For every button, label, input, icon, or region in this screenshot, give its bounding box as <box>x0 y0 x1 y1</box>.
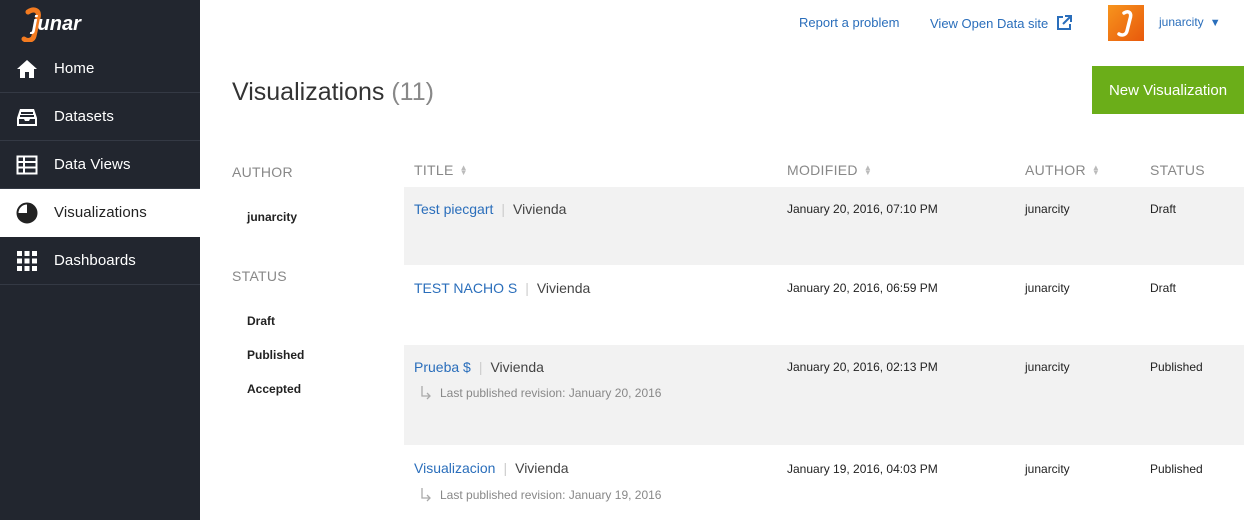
column-header-author[interactable]: AUTHOR ▲ ▼ <box>1025 162 1100 178</box>
table-row[interactable]: TEST NACHO S | Vivienda January 20, 2016, … <box>404 266 1244 344</box>
open-data-site-link[interactable]: View Open Data site <box>930 15 1073 31</box>
sidebar-item-data-views[interactable]: Data Views <box>0 141 200 189</box>
column-header-title[interactable]: TITLE ▲ ▼ <box>414 162 468 178</box>
filter-author-item[interactable]: junarcity <box>247 210 297 224</box>
open-data-site-label: View Open Data site <box>930 15 1049 31</box>
last-revision-note: Last published revision: January 20, 201… <box>420 386 661 400</box>
column-header-label: STATUS <box>1150 162 1205 178</box>
filter-status-accepted[interactable]: Accepted <box>247 382 301 396</box>
username: junarcity <box>1159 15 1204 29</box>
divider: | <box>503 460 508 476</box>
row-title-cell: Test piecgart | Vivienda <box>414 201 566 217</box>
sidebar-item-label: Visualizations <box>54 204 147 221</box>
pie-chart-icon <box>16 202 38 224</box>
row-category: Vivienda <box>513 201 567 217</box>
grid-icon <box>16 250 38 272</box>
row-modified: January 19, 2016, 04:03 PM <box>787 462 938 476</box>
row-title-cell: Visualizacion | Vivienda <box>414 460 569 476</box>
row-title-cell: TEST NACHO S | Vivienda <box>414 280 590 296</box>
sidebar-item-label: Home <box>54 60 95 77</box>
sidebar-item-datasets[interactable]: Datasets <box>0 93 200 141</box>
row-author: junarcity <box>1025 462 1070 476</box>
page-title-text: Visualizations <box>232 78 385 106</box>
new-visualization-button[interactable]: New Visualization <box>1092 66 1244 114</box>
user-menu[interactable]: junarcity ▼ <box>1159 15 1221 29</box>
row-category: Vivienda <box>515 460 569 476</box>
junar-logo[interactable]: junar <box>18 6 92 42</box>
return-arrow-icon <box>421 488 431 502</box>
page-title: Visualizations (11) <box>232 78 434 107</box>
sidebar-nav: Home Datasets Data Views Visualizations <box>0 45 200 285</box>
item-count: (11) <box>391 78 434 106</box>
sort-icon: ▲ ▼ <box>1091 163 1101 177</box>
table-row[interactable]: Visualizacion | Vivienda January 19, 2016,… <box>404 446 1244 520</box>
last-revision-text: Last published revision: January 19, 201… <box>440 488 662 502</box>
sidebar-item-label: Datasets <box>54 108 114 125</box>
last-revision-text: Last published revision: January 20, 201… <box>440 386 662 400</box>
row-category: Vivienda <box>490 359 544 375</box>
visualization-title-link[interactable]: Visualizacion <box>414 460 495 476</box>
filter-status-heading: STATUS <box>232 268 287 284</box>
divider: | <box>525 280 529 296</box>
external-link-icon <box>1057 15 1073 30</box>
column-header-status: STATUS <box>1150 162 1205 178</box>
inbox-icon <box>16 106 38 128</box>
column-header-label: TITLE <box>414 162 454 178</box>
row-modified: January 20, 2016, 06:59 PM <box>787 281 938 295</box>
row-title-cell: Prueba $ | Vivienda <box>414 359 544 375</box>
column-header-label: AUTHOR <box>1025 162 1086 178</box>
svg-text:junar: junar <box>29 13 82 35</box>
sidebar-item-label: Dashboards <box>54 252 136 269</box>
sidebar-item-dashboards[interactable]: Dashboards <box>0 237 200 285</box>
row-status: Published <box>1150 462 1203 476</box>
filter-status-published[interactable]: Published <box>247 348 304 362</box>
report-problem-link[interactable]: Report a problem <box>799 15 899 30</box>
row-author: junarcity <box>1025 202 1070 216</box>
last-revision-note: Last published revision: January 19, 201… <box>420 488 661 502</box>
filter-author-heading: AUTHOR <box>232 164 293 180</box>
column-header-modified[interactable]: MODIFIED ▲ ▼ <box>787 162 872 178</box>
visualization-title-link[interactable]: Test piecgart <box>414 201 493 217</box>
row-author: junarcity <box>1025 360 1070 374</box>
table-row[interactable]: Test piecgart | Vivienda January 20, 2016,… <box>404 187 1244 265</box>
home-icon <box>16 58 38 80</box>
visualization-title-link[interactable]: TEST NACHO S <box>414 280 517 296</box>
table-row[interactable]: Prueba $ | Vivienda January 20, 2016, 02:1… <box>404 345 1244 445</box>
table-icon <box>16 154 38 176</box>
sidebar: junar Home Datasets Data Views Visualiza… <box>0 0 200 520</box>
filter-status-draft[interactable]: Draft <box>247 314 275 328</box>
divider: | <box>501 201 506 217</box>
row-status: Published <box>1150 360 1203 374</box>
divider: | <box>478 359 483 375</box>
row-modified: January 20, 2016, 07:10 PM <box>787 202 938 216</box>
row-status: Draft <box>1150 281 1177 295</box>
visualization-title-link[interactable]: Prueba $ <box>414 359 471 375</box>
row-status: Draft <box>1150 202 1177 216</box>
column-header-label: MODIFIED <box>787 162 858 178</box>
sidebar-item-label: Data Views <box>54 156 131 173</box>
top-bar: Report a problem View Open Data site jun… <box>200 0 1250 48</box>
row-category: Vivienda <box>536 280 591 296</box>
chevron-down-icon: ▼ <box>1209 17 1221 29</box>
sidebar-item-visualizations[interactable]: Visualizations <box>0 189 200 237</box>
avatar[interactable] <box>1108 5 1144 41</box>
row-modified: January 20, 2016, 02:13 PM <box>787 360 938 374</box>
sort-icon: ▲ ▼ <box>863 163 873 177</box>
sidebar-item-home[interactable]: Home <box>0 45 200 93</box>
row-author: junarcity <box>1025 281 1070 295</box>
sort-icon: ▲ ▼ <box>459 163 468 177</box>
return-arrow-icon <box>421 386 431 400</box>
